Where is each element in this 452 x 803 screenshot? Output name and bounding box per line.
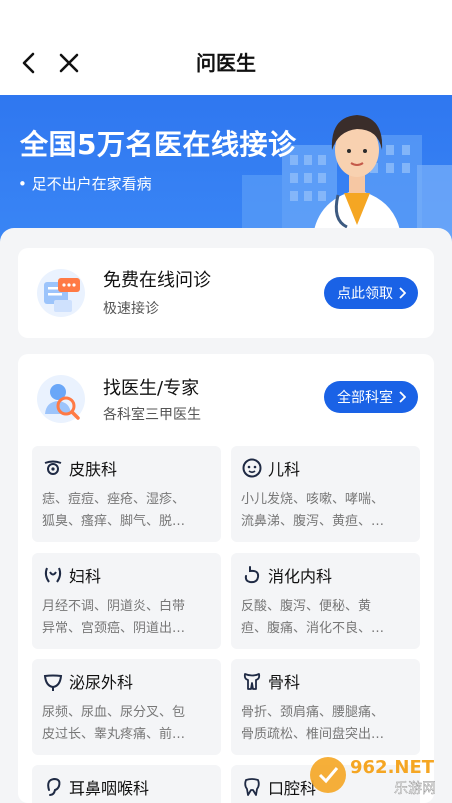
claim-button-label: 点此领取 — [337, 286, 393, 302]
promo-banner[interactable]: 全国5万名医在线接诊 • 足不出户在家看病 — [0, 95, 452, 245]
dept-symptoms-line1: 反酸、腹泻、便秘、黄 — [241, 599, 372, 614]
ear-icon — [42, 776, 64, 798]
chevron-right-icon — [399, 391, 406, 403]
all-departments-button[interactable]: 全部科室 — [324, 381, 418, 413]
dept-gynecology[interactable]: 妇科 月经不调、阴道炎、白带 异常、宫颈癌、阴道出… — [32, 553, 221, 649]
dept-symptoms-line1: 痣、痘痘、痤疮、湿疹、 — [42, 492, 186, 507]
doctor-search-icon — [37, 375, 85, 423]
dept-orthopedics[interactable]: 骨科 骨折、颈肩痛、腰腿痛、 骨质疏松、椎间盘突出… — [231, 659, 420, 755]
dept-name: 耳鼻咽喉科 — [69, 779, 150, 798]
gynecology-icon — [42, 564, 64, 586]
stomach-icon — [241, 564, 263, 586]
watermark-top-text: 962.NET — [350, 757, 435, 778]
dept-symptoms-line2: 骨质疏松、椎间盘突出… — [241, 727, 385, 742]
all-departments-label: 全部科室 — [337, 390, 393, 406]
dept-name: 妇科 — [69, 567, 102, 586]
dept-symptoms-line1: 尿频、尿血、尿分叉、包 — [42, 705, 186, 720]
dept-symptoms-line2: 异常、宫颈癌、阴道出… — [42, 621, 186, 636]
dept-name: 儿科 — [268, 460, 301, 479]
dept-name: 骨科 — [268, 673, 301, 692]
bladder-icon — [42, 670, 64, 692]
dept-symptoms-line1: 骨折、颈肩痛、腰腿痛、 — [241, 705, 385, 720]
dept-name: 皮肤科 — [69, 460, 118, 479]
doctor-illustration — [312, 115, 402, 245]
site-watermark: 962.NET 乐游网 — [310, 757, 436, 797]
chevron-right-icon — [399, 287, 406, 299]
child-face-icon — [241, 457, 263, 479]
free-consult-desc: 极速接诊 — [103, 301, 159, 317]
dept-symptoms-line1: 小儿发烧、咳嗽、哮喘、 — [241, 492, 385, 507]
dept-symptoms-line2: 皮过长、睾丸疼痛、前… — [42, 727, 186, 742]
dept-symptoms-line2: 狐臭、瘙痒、脚气、脱… — [42, 514, 186, 529]
claim-button[interactable]: 点此领取 — [324, 277, 418, 309]
dept-gastroenterology[interactable]: 消化内科 反酸、腹泻、便秘、黄 疸、腹痛、消化不良、… — [231, 553, 420, 649]
dept-ent[interactable]: 耳鼻咽喉科 — [32, 765, 221, 803]
find-doctor-desc: 各科室三甲医生 — [103, 407, 201, 423]
dept-name: 消化内科 — [268, 567, 333, 586]
dept-urology[interactable]: 泌尿外科 尿频、尿血、尿分叉、包 皮过长、睾丸疼痛、前… — [32, 659, 221, 755]
dept-symptoms-line1: 月经不调、阴道炎、白带 — [42, 599, 186, 614]
bone-icon — [241, 670, 263, 692]
watermark-bottom-text: 乐游网 — [394, 781, 436, 797]
dept-symptoms-line2: 疸、腹痛、消化不良、… — [241, 621, 385, 636]
top-bar: 问医生 — [0, 0, 452, 95]
banner-headline: 全国5万名医在线接诊 — [20, 128, 297, 161]
free-consult-title: 免费在线问诊 — [103, 270, 211, 291]
chat-consult-icon — [37, 269, 85, 317]
dept-pediatrics[interactable]: 儿科 小儿发烧、咳嗽、哮喘、 流鼻涕、腹泻、黄疸、… — [231, 446, 420, 542]
banner-subline: • 足不出户在家看病 — [18, 175, 152, 193]
find-doctor-title: 找医生/专家 — [103, 378, 200, 399]
tooth-icon — [241, 776, 263, 798]
dept-dermatology[interactable]: 皮肤科 痣、痘痘、痤疮、湿疹、 狐臭、瘙痒、脚气、脱… — [32, 446, 221, 542]
page-title: 问医生 — [196, 51, 256, 75]
free-consult-card[interactable]: 免费在线问诊 极速接诊 点此领取 — [18, 248, 434, 338]
dept-name: 泌尿外科 — [69, 673, 134, 692]
dept-symptoms-line2: 流鼻涕、腹泻、黄疸、… — [241, 514, 385, 529]
skin-icon — [42, 457, 64, 479]
